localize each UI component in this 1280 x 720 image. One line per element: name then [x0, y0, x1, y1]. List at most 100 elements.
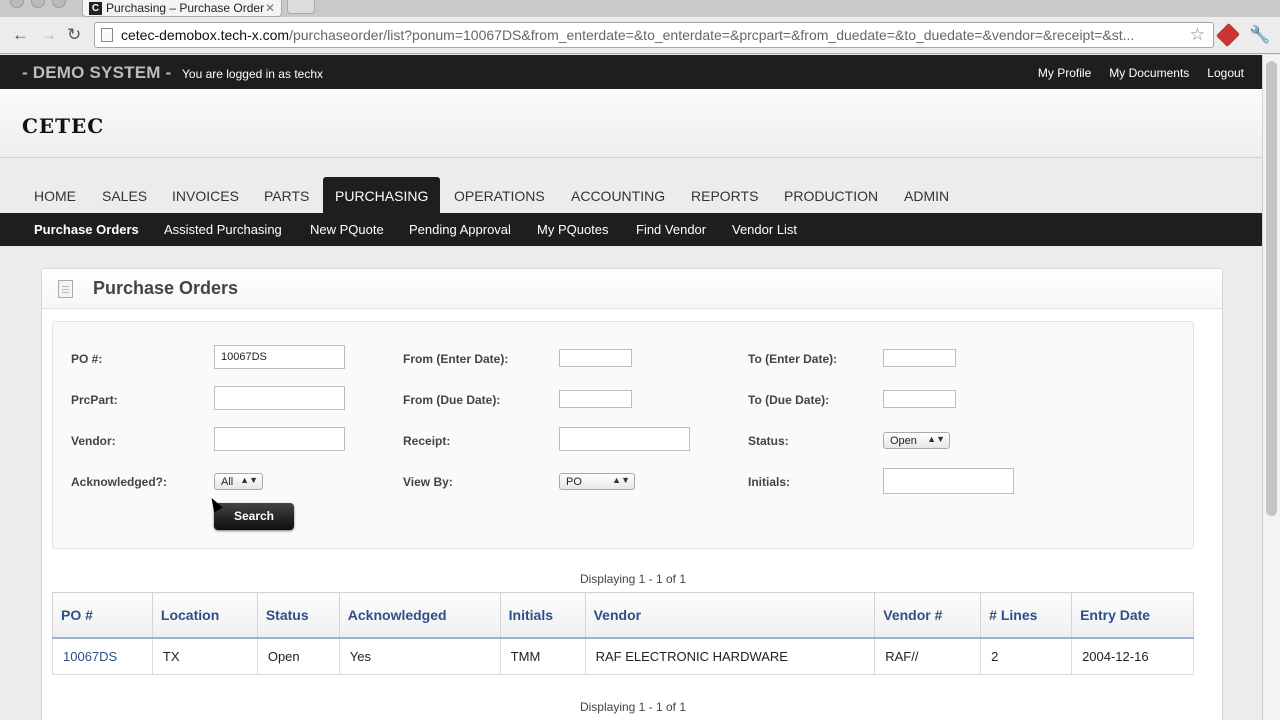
- browser-tab[interactable]: C Purchasing – Purchase Order ✕: [82, 0, 282, 17]
- zoom-window-button[interactable]: [52, 0, 66, 8]
- document-icon: [58, 280, 73, 298]
- browser-toolbar: ← → ↻ cetec-demobox.tech-x.com/purchaseo…: [0, 17, 1280, 54]
- reload-icon[interactable]: ↻: [67, 25, 81, 45]
- nav-reports[interactable]: REPORTS: [679, 177, 770, 213]
- cell-acknowledged: Yes: [338, 637, 501, 675]
- nav-sales[interactable]: SALES: [90, 177, 159, 213]
- cell-initials: TMM: [499, 637, 586, 675]
- my-documents-link[interactable]: My Documents: [1109, 66, 1189, 80]
- subnav-assisted-purchasing[interactable]: Assisted Purchasing: [164, 213, 282, 246]
- status-label: Status:: [748, 434, 789, 448]
- logout-link[interactable]: Logout: [1207, 66, 1244, 80]
- minimize-window-button[interactable]: [31, 0, 45, 8]
- from-enter-date-label: From (Enter Date):: [403, 352, 509, 366]
- to-due-date-input[interactable]: [883, 390, 956, 408]
- close-window-button[interactable]: [10, 0, 24, 8]
- wrench-menu-icon[interactable]: 🔧: [1249, 25, 1270, 45]
- prcpart-label: PrcPart:: [71, 393, 118, 407]
- nav-home[interactable]: HOME: [22, 177, 88, 213]
- my-profile-link[interactable]: My Profile: [1038, 66, 1091, 80]
- address-bar[interactable]: cetec-demobox.tech-x.com/purchaseorder/l…: [94, 22, 1214, 48]
- view-by-value: PO: [566, 475, 582, 488]
- to-enter-date-label: To (Enter Date):: [748, 352, 838, 366]
- receipt-input[interactable]: [559, 427, 690, 451]
- bookmark-star-icon[interactable]: ☆: [1190, 25, 1205, 45]
- page-viewport: - DEMO SYSTEM - You are logged in as tec…: [0, 55, 1262, 720]
- subnav-purchase-orders[interactable]: Purchase Orders: [34, 213, 139, 246]
- nav-parts[interactable]: PARTS: [252, 177, 321, 213]
- cell-status: Open: [256, 637, 340, 675]
- receipt-label: Receipt:: [403, 434, 451, 448]
- col-vendor-number[interactable]: Vendor #: [874, 592, 982, 639]
- from-enter-date-input[interactable]: [559, 349, 632, 367]
- nav-invoices[interactable]: INVOICES: [160, 177, 251, 213]
- displaying-count-bottom: Displaying 1 - 1 of 1: [579, 700, 687, 714]
- col-initials[interactable]: Initials: [499, 592, 586, 639]
- prcpart-input[interactable]: [214, 386, 345, 410]
- initials-input[interactable]: [883, 468, 1014, 494]
- subnav-new-pquote[interactable]: New PQuote: [310, 213, 384, 246]
- view-by-select[interactable]: PO ▲▼: [559, 473, 635, 490]
- browser-tabstrip: C Purchasing – Purchase Order ✕: [0, 0, 1280, 17]
- col-location[interactable]: Location: [151, 592, 258, 639]
- cell-entry-date: 2004-12-16: [1071, 637, 1194, 675]
- to-enter-date-input[interactable]: [883, 349, 956, 367]
- nav-purchasing[interactable]: PURCHASING: [323, 177, 441, 213]
- page-scrollbar[interactable]: [1262, 55, 1280, 720]
- vendor-input[interactable]: [214, 427, 345, 451]
- back-arrow-icon[interactable]: ←: [12, 25, 29, 45]
- table-row: 10067DS TX Open Yes TMM RAF ELECTRONIC H…: [52, 637, 1194, 675]
- col-status[interactable]: Status: [256, 592, 340, 639]
- cell-vendor: RAF ELECTRONIC HARDWARE: [584, 637, 876, 675]
- subnav-vendor-list[interactable]: Vendor List: [732, 213, 797, 246]
- col-vendor[interactable]: Vendor: [584, 592, 876, 639]
- tab-close-icon[interactable]: ✕: [265, 1, 275, 15]
- select-arrows-icon: ▲▼: [927, 434, 945, 444]
- top-links: My Profile My Documents Logout: [1038, 66, 1244, 80]
- subnav-my-pquotes[interactable]: My PQuotes: [537, 213, 609, 246]
- url-host: cetec-demobox.tech-x.com: [121, 27, 290, 43]
- status-select[interactable]: Open ▲▼: [883, 432, 950, 449]
- nav-accounting[interactable]: ACCOUNTING: [559, 177, 677, 213]
- col-po-number[interactable]: PO #: [52, 592, 153, 639]
- forward-arrow-icon[interactable]: →: [40, 25, 57, 45]
- nav-production[interactable]: PRODUCTION: [772, 177, 890, 213]
- panel-title: Purchase Orders: [93, 278, 239, 298]
- main-nav: HOME SALES INVOICES PARTS PURCHASING OPE…: [0, 177, 1262, 213]
- favicon-icon: C: [89, 1, 102, 15]
- cell-lines: 2: [980, 637, 1073, 675]
- po-number-input[interactable]: 10067DS: [214, 345, 345, 369]
- demo-system-label: - DEMO SYSTEM -: [22, 63, 172, 82]
- cell-location: TX: [151, 637, 258, 675]
- tab-title: Purchasing – Purchase Order: [106, 1, 265, 15]
- nav-operations[interactable]: OPERATIONS: [442, 177, 557, 213]
- acknowledged-select[interactable]: All ▲▼: [214, 473, 263, 490]
- search-button[interactable]: Search: [214, 503, 294, 530]
- to-due-date-label: To (Due Date):: [748, 393, 830, 407]
- page-icon: [101, 28, 113, 42]
- window-controls: [10, 0, 66, 8]
- vendor-label: Vendor:: [71, 434, 116, 448]
- from-due-date-input[interactable]: [559, 390, 632, 408]
- scrollbar-thumb[interactable]: [1266, 61, 1277, 516]
- panel-header: Purchase Orders: [42, 269, 1222, 309]
- subnav-find-vendor[interactable]: Find Vendor: [636, 213, 706, 246]
- table-header-row: PO # Location Status Acknowledged Initia…: [52, 592, 1194, 639]
- new-tab-button[interactable]: [287, 0, 315, 14]
- sub-nav: Purchase Orders Assisted Purchasing New …: [0, 213, 1262, 246]
- url-text[interactable]: cetec-demobox.tech-x.com/purchaseorder/l…: [121, 27, 1182, 43]
- status-value: Open: [890, 434, 917, 447]
- po-number-link[interactable]: 10067DS: [52, 637, 153, 675]
- subnav-pending-approval[interactable]: Pending Approval: [409, 213, 511, 246]
- purchase-orders-table: PO # Location Status Acknowledged Initia…: [52, 592, 1194, 675]
- cetec-logo[interactable]: CETEC: [22, 114, 104, 138]
- nav-admin[interactable]: ADMIN: [892, 177, 961, 213]
- select-arrows-icon: ▲▼: [612, 475, 630, 485]
- col-acknowledged[interactable]: Acknowledged: [338, 592, 501, 639]
- top-bar: - DEMO SYSTEM - You are logged in as tec…: [0, 55, 1262, 89]
- view-by-label: View By:: [403, 475, 453, 489]
- cell-vendor-number: RAF//: [874, 637, 982, 675]
- col-lines[interactable]: # Lines: [980, 592, 1073, 639]
- col-entry-date[interactable]: Entry Date: [1071, 592, 1194, 639]
- extension-icon[interactable]: [1215, 22, 1241, 48]
